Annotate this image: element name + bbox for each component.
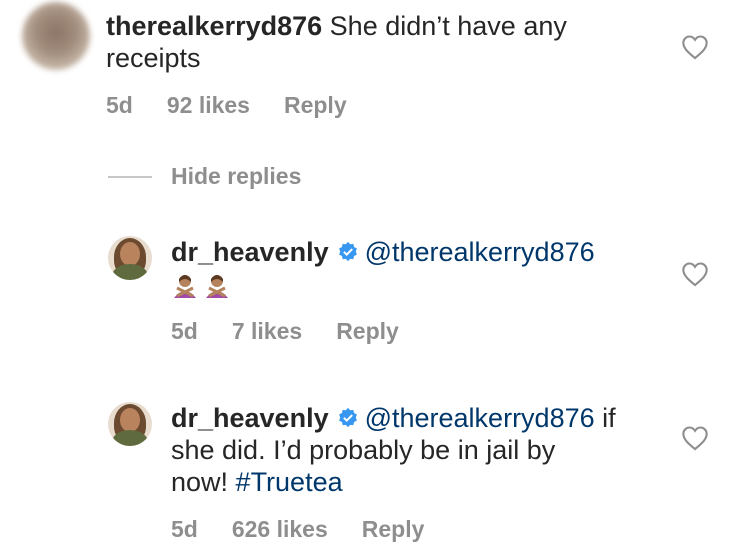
reply-avatar[interactable] (108, 236, 152, 280)
like-heart-icon[interactable] (681, 34, 709, 60)
reply-meta: 5d 626 likes Reply (171, 516, 458, 543)
reply-time: 5d (171, 516, 198, 542)
reply-likes[interactable]: 626 likes (232, 516, 328, 543)
reply-meta: 5d 7 likes Reply (171, 318, 433, 345)
hide-replies-divider (108, 176, 152, 178)
person-gesturing-no-icon (171, 272, 199, 300)
reply-text-line2: she did. I’d probably be in jail by (171, 435, 556, 465)
commenter-avatar[interactable] (22, 2, 90, 70)
reply-mention[interactable]: @therealkerryd876 (365, 237, 595, 267)
reply-button[interactable]: Reply (336, 318, 399, 345)
comment-time: 5d (106, 92, 133, 118)
reply-time: 5d (171, 318, 198, 344)
reply-text: if (594, 403, 616, 433)
comment-body: therealkerryd876 She didn’t have any rec… (106, 10, 666, 74)
comment-username[interactable]: therealkerryd876 (106, 11, 322, 41)
comment-meta: 5d 92 likes Reply (106, 92, 381, 119)
reply-button[interactable]: Reply (362, 516, 425, 543)
comment-likes[interactable]: 92 likes (167, 92, 250, 119)
reply-body: dr_heavenly @therealkerryd876 if she did.… (171, 402, 671, 498)
verified-badge-icon (338, 407, 357, 428)
hashtag-link[interactable]: #Truetea (236, 467, 343, 497)
reply-avatar[interactable] (108, 402, 152, 446)
like-heart-icon[interactable] (681, 261, 709, 287)
hide-replies-button[interactable]: Hide replies (171, 163, 301, 190)
verified-badge-icon (338, 241, 357, 262)
reply-username[interactable]: dr_heavenly (171, 237, 329, 267)
reply-body: dr_heavenly @therealkerryd876 (171, 236, 671, 300)
person-gesturing-no-icon (203, 272, 231, 300)
reply-username[interactable]: dr_heavenly (171, 403, 329, 433)
like-heart-icon[interactable] (681, 425, 709, 451)
reply-button[interactable]: Reply (284, 92, 347, 119)
reply-likes[interactable]: 7 likes (232, 318, 302, 345)
reply-text-line3: now! (171, 467, 236, 497)
reply-mention[interactable]: @therealkerryd876 (365, 403, 595, 433)
